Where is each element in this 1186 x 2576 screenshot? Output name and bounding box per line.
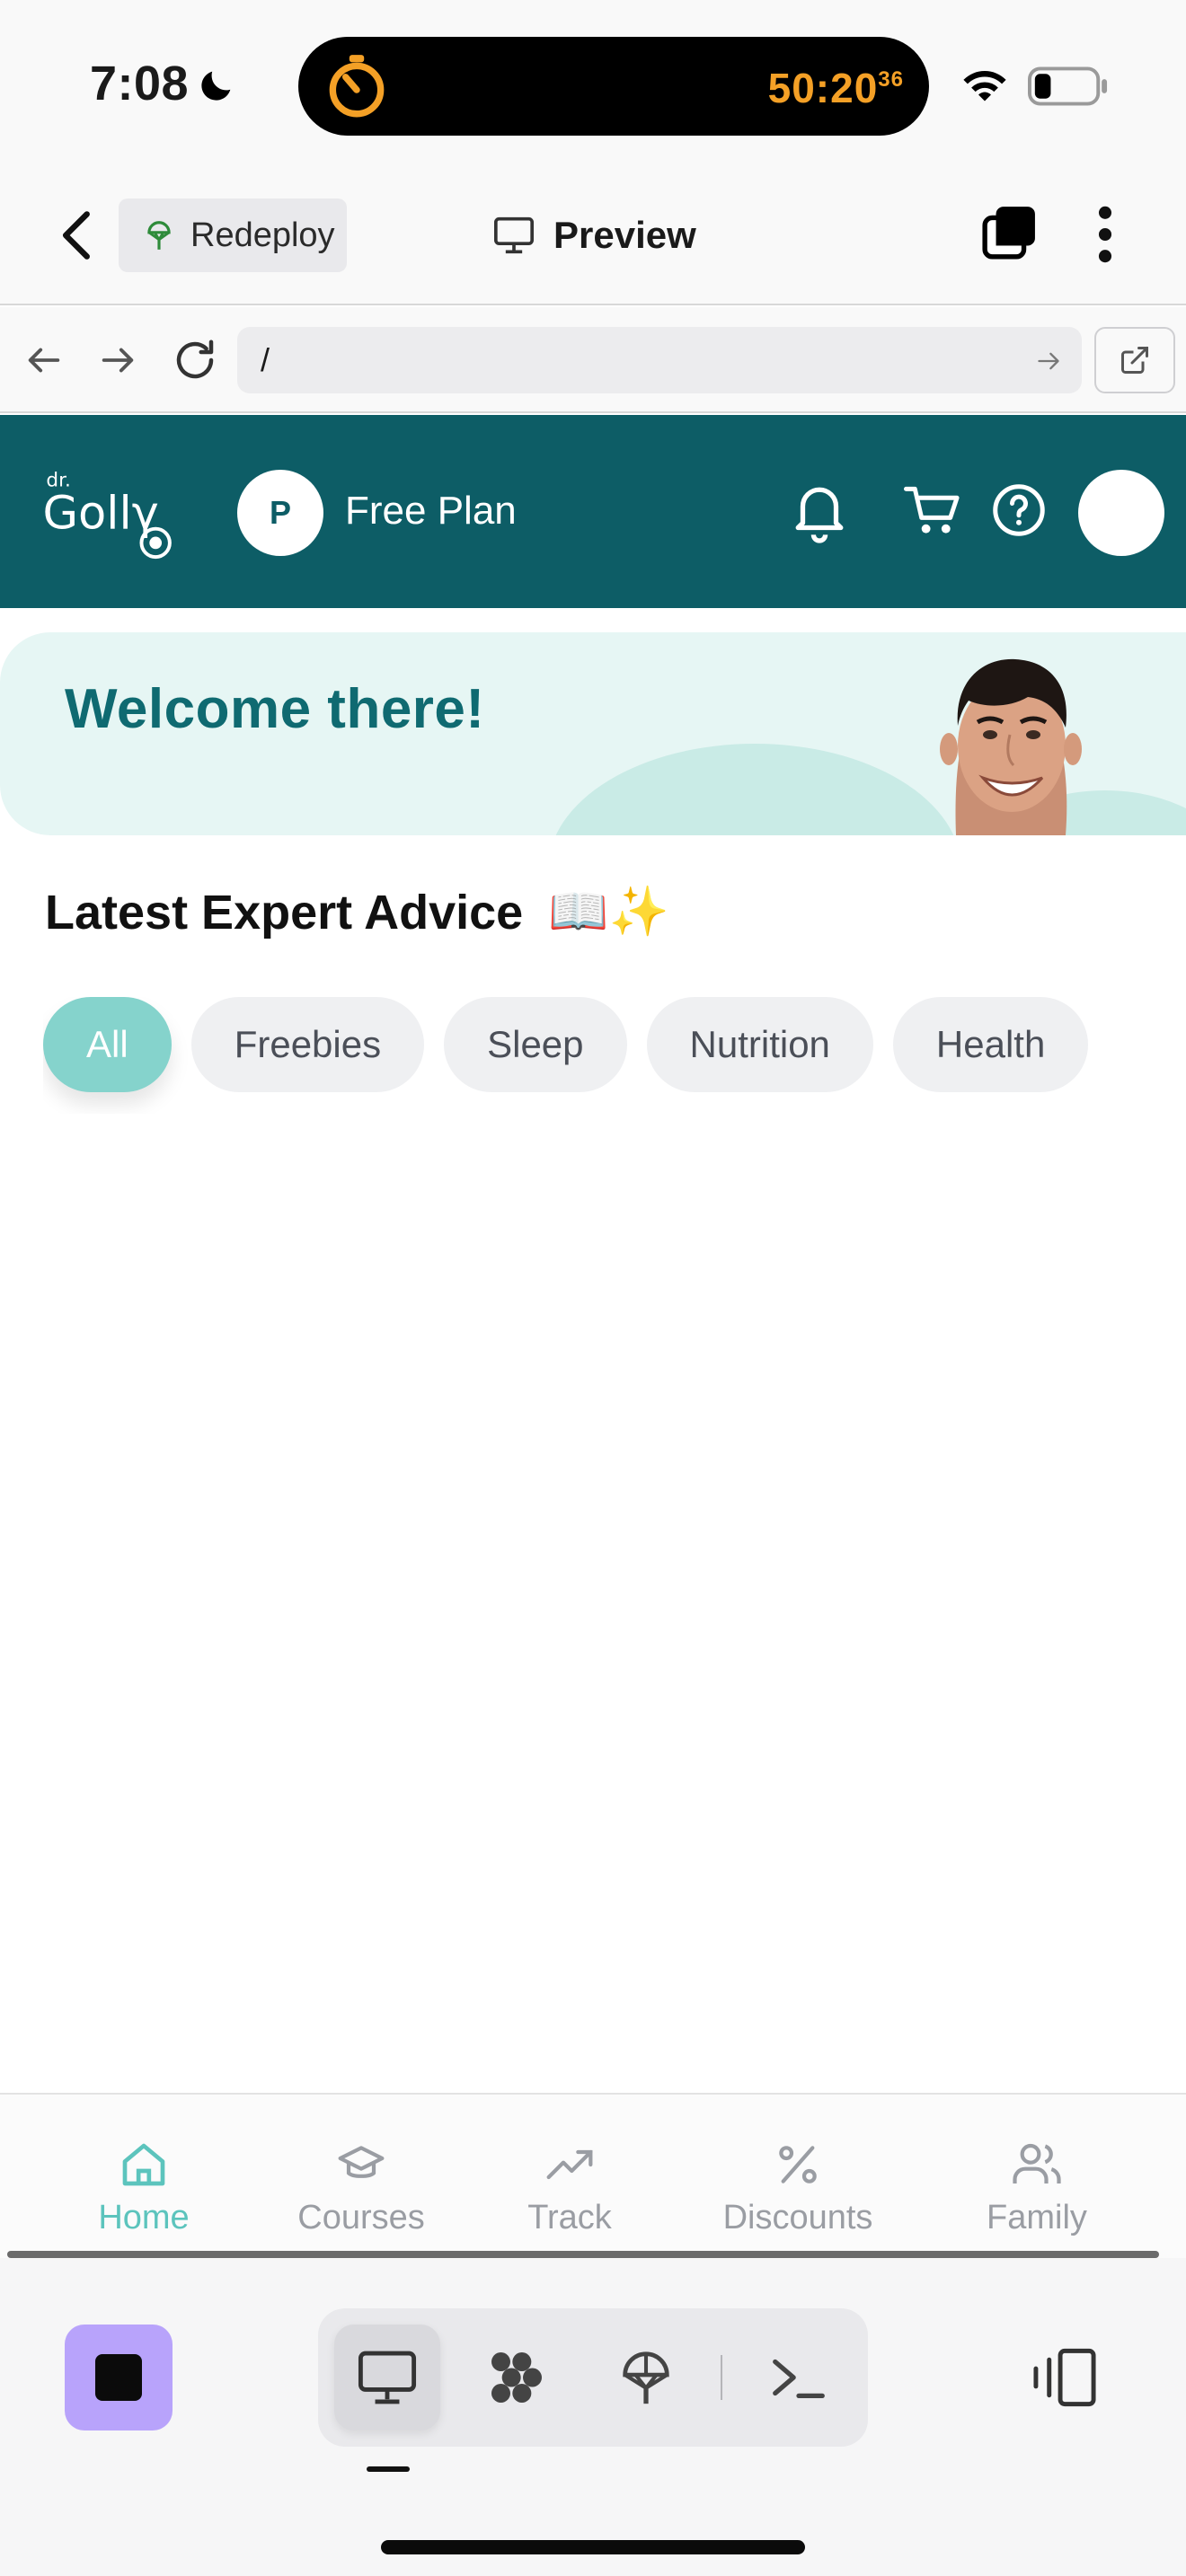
chip-sleep[interactable]: Sleep bbox=[444, 997, 627, 1092]
golly-header: dr. Gollγ P Free Plan bbox=[0, 415, 1186, 608]
tab-track-label: Track bbox=[527, 2199, 612, 2236]
chip-all[interactable]: All bbox=[43, 997, 172, 1092]
back-chevron-icon[interactable] bbox=[54, 208, 101, 262]
status-time: 7:08 bbox=[90, 57, 190, 110]
monitor-icon bbox=[494, 216, 534, 254]
tab-discounts[interactable]: Discounts bbox=[699, 2139, 897, 2237]
horizontal-scrollbar[interactable] bbox=[7, 2251, 1159, 2258]
preview-label: Preview bbox=[553, 214, 696, 256]
terminal-icon bbox=[773, 2359, 825, 2399]
shell-mode-button[interactable] bbox=[746, 2325, 852, 2430]
svg-text:Gollγ: Gollγ bbox=[42, 488, 158, 541]
deploy-mode-button[interactable] bbox=[593, 2325, 699, 2430]
deploy-icon bbox=[147, 221, 171, 250]
advice-heading: Latest Expert Advice 📖✨ bbox=[45, 884, 669, 940]
tab-home[interactable]: Home bbox=[45, 2139, 243, 2237]
bell-icon[interactable] bbox=[791, 478, 848, 544]
dr-golly-logo[interactable]: dr. Gollγ bbox=[41, 465, 189, 564]
agent-icon bbox=[491, 2352, 542, 2403]
moon-icon bbox=[201, 71, 231, 101]
more-vertical-icon[interactable] bbox=[1089, 205, 1121, 264]
preview-title[interactable]: Preview bbox=[492, 208, 696, 262]
profile-avatar[interactable] bbox=[1078, 470, 1164, 556]
stopwatch-icon bbox=[329, 55, 385, 118]
view-mode-group bbox=[318, 2308, 868, 2447]
help-circle-icon[interactable] bbox=[992, 483, 1046, 537]
dynamic-island[interactable]: 50:2036 bbox=[298, 37, 929, 136]
plan-label[interactable]: Free Plan bbox=[345, 489, 517, 534]
timer-readout: 50:2036 bbox=[768, 64, 904, 112]
workspace-toolbar bbox=[0, 2258, 1186, 2576]
tabs-icon[interactable] bbox=[981, 205, 1037, 260]
chip-freebies[interactable]: Freebies bbox=[190, 997, 425, 1092]
users-icon bbox=[1013, 2143, 1061, 2183]
percent-icon bbox=[779, 2146, 817, 2183]
url-path: / bbox=[261, 341, 270, 378]
doctor-portrait bbox=[940, 658, 1082, 835]
tab-family-label: Family bbox=[987, 2199, 1087, 2236]
monitor-icon bbox=[358, 2351, 417, 2404]
welcome-banner: Welcome there! bbox=[0, 632, 1186, 835]
preview-mode-button[interactable] bbox=[334, 2325, 440, 2430]
redeploy-button[interactable]: Redeploy bbox=[119, 198, 347, 272]
plan-avatar[interactable]: P bbox=[237, 470, 323, 556]
redeploy-label: Redeploy bbox=[190, 216, 335, 254]
battery-icon bbox=[1028, 66, 1108, 106]
cart-icon[interactable] bbox=[904, 483, 961, 539]
toolbar-divider bbox=[721, 2355, 722, 2400]
chip-nutrition[interactable]: Nutrition bbox=[646, 997, 873, 1092]
bottom-tab-bar: Home Courses Track Discounts Family bbox=[0, 2093, 1186, 2258]
timer-main: 50:20 bbox=[767, 65, 879, 111]
tab-courses[interactable]: Courses bbox=[262, 2139, 460, 2237]
url-input[interactable]: / bbox=[237, 327, 1082, 393]
decorative-hill bbox=[548, 744, 961, 835]
arrow-right-icon[interactable] bbox=[97, 340, 138, 381]
book-sparkles-emoji: 📖✨ bbox=[548, 885, 669, 939]
stop-button[interactable] bbox=[65, 2325, 173, 2430]
stop-icon bbox=[95, 2354, 142, 2401]
app-header: Redeploy Preview bbox=[0, 171, 1186, 305]
tab-family[interactable]: Family bbox=[938, 2139, 1136, 2237]
trending-up-icon bbox=[546, 2149, 593, 2180]
timer-seconds: 36 bbox=[878, 67, 904, 92]
tab-courses-label: Courses bbox=[297, 2199, 425, 2236]
status-bar: 7:08 50:2036 bbox=[0, 0, 1186, 171]
external-link-icon bbox=[1121, 347, 1148, 374]
advice-heading-text: Latest Expert Advice bbox=[45, 885, 524, 940]
tab-track[interactable]: Track bbox=[471, 2139, 668, 2237]
url-bar: / bbox=[0, 307, 1186, 413]
tab-discounts-label: Discounts bbox=[722, 2199, 873, 2236]
reload-icon[interactable] bbox=[171, 336, 219, 384]
category-chips: All Freebies Sleep Nutrition Health bbox=[43, 997, 1164, 1114]
graduation-cap-icon bbox=[338, 2146, 385, 2178]
go-arrow-icon[interactable] bbox=[1035, 348, 1062, 374]
open-external-button[interactable] bbox=[1094, 327, 1175, 393]
deploy-icon bbox=[623, 2351, 669, 2404]
arrow-left-icon[interactable] bbox=[23, 340, 65, 381]
home-icon bbox=[122, 2143, 165, 2186]
tab-home-label: Home bbox=[98, 2199, 190, 2236]
chip-health[interactable]: Health bbox=[892, 997, 1089, 1092]
split-layout-icon[interactable] bbox=[1031, 2346, 1098, 2409]
home-indicator[interactable] bbox=[381, 2540, 805, 2554]
wifi-icon bbox=[963, 71, 1006, 101]
welcome-title: Welcome there! bbox=[65, 678, 485, 740]
active-mode-indicator bbox=[367, 2466, 410, 2472]
agent-mode-button[interactable] bbox=[464, 2325, 570, 2430]
